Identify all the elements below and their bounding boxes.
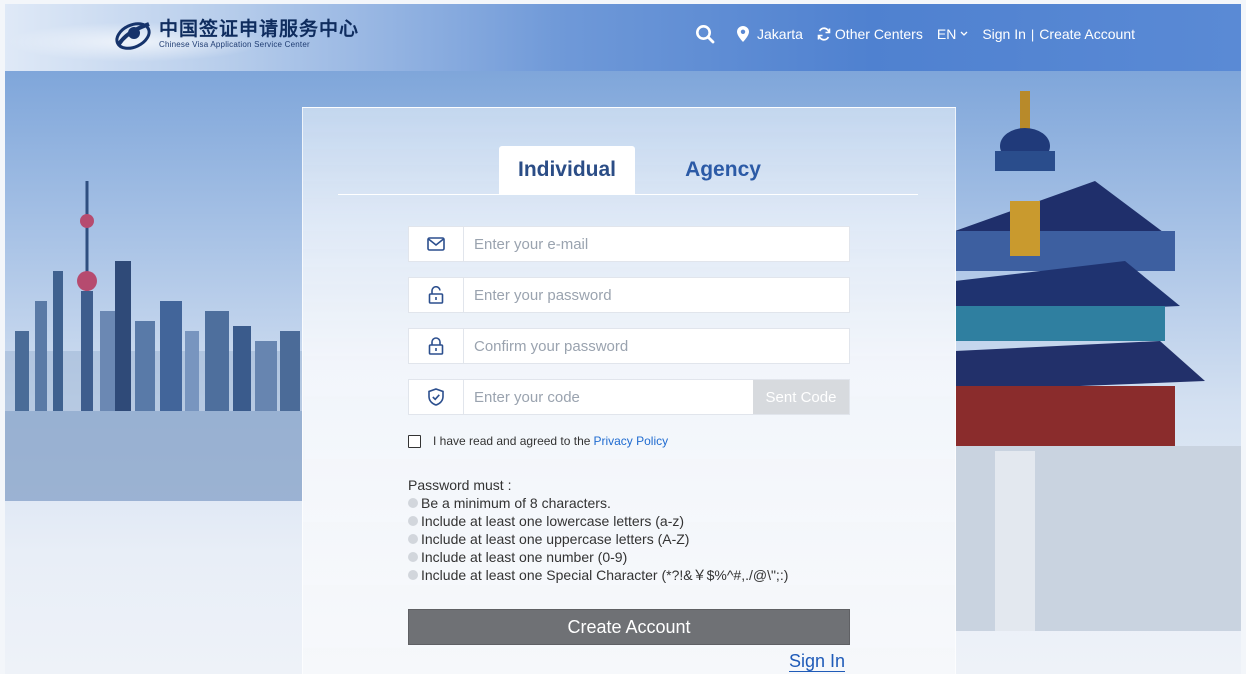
code-input[interactable] (464, 380, 753, 414)
privacy-agreement: I have read and agreed to the Privacy Po… (408, 434, 668, 448)
other-centers-label: Other Centers (834, 26, 923, 42)
password-field-group (408, 277, 850, 313)
map-pin-icon (737, 26, 749, 42)
logo-english-text: Chinese Visa Application Service Center (159, 40, 310, 49)
password-rule: Be a minimum of 8 characters. (408, 494, 788, 512)
sign-in-link[interactable]: Sign In (982, 26, 1026, 42)
rule-text: Be a minimum of 8 characters. (421, 495, 611, 511)
tab-individual[interactable]: Individual (499, 146, 635, 194)
language-selector[interactable]: EN (937, 26, 968, 42)
shield-check-icon (409, 380, 464, 414)
register-form-card: Individual Agency Sent C (302, 107, 956, 674)
chevron-down-icon (960, 31, 968, 37)
rule-status-dot-icon (408, 516, 418, 526)
city-label: Jakarta (757, 26, 803, 42)
mail-icon (409, 227, 464, 261)
rule-text: Include at least one Special Character (… (421, 567, 789, 583)
sign-in-bottom-link[interactable]: Sign In (789, 651, 846, 672)
site-logo[interactable]: 中国签证申请服务中心 Chinese Visa Application Serv… (113, 14, 359, 54)
password-rule: Include at least one number (0-9) (408, 548, 788, 566)
refresh-icon (817, 27, 831, 41)
rule-status-dot-icon (408, 498, 418, 508)
page: 中国签证申请服务中心 Chinese Visa Application Serv… (5, 4, 1241, 674)
confirm-password-input[interactable] (464, 329, 849, 363)
lock-icon (409, 329, 464, 363)
password-rule: Include at least one Special Character (… (408, 566, 788, 584)
code-field-group: Sent Code (408, 379, 850, 415)
rule-text: Include at least one lowercase letters (… (421, 513, 685, 529)
password-rules-title: Password must : (408, 477, 512, 493)
logo-icon (113, 14, 153, 54)
password-rules: Password must : Be a minimum of 8 charac… (408, 476, 788, 584)
agree-checkbox[interactable] (408, 434, 421, 448)
sent-code-button[interactable]: Sent Code (753, 380, 849, 414)
language-label: EN (936, 26, 957, 42)
agree-text: I have read and agreed to the (433, 434, 591, 448)
other-centers-link[interactable]: Other Centers (817, 26, 923, 42)
shanghai-skyline-image (5, 181, 305, 501)
rule-status-dot-icon (408, 570, 418, 580)
email-field-group (408, 226, 850, 262)
password-rule: Include at least one uppercase letters (… (408, 530, 788, 548)
logo-chinese-text: 中国签证申请服务中心 (159, 18, 360, 40)
header-nav: Jakarta Other Centers EN Sign In | Creat… (695, 24, 1135, 44)
nav-separator: | (1030, 26, 1035, 42)
password-input[interactable] (464, 278, 849, 312)
rule-status-dot-icon (408, 552, 418, 562)
unlock-icon (409, 278, 464, 312)
privacy-policy-link[interactable]: Privacy Policy (593, 434, 668, 448)
tab-agency[interactable]: Agency (668, 146, 778, 194)
rule-text: Include at least one number (0-9) (421, 549, 628, 565)
temple-of-heaven-image (955, 91, 1241, 631)
password-rule: Include at least one lowercase letters (… (408, 512, 788, 530)
email-input[interactable] (464, 227, 849, 261)
location-selector[interactable]: Jakarta (737, 26, 803, 42)
search-icon[interactable] (695, 24, 715, 44)
rule-status-dot-icon (408, 534, 418, 544)
create-account-button[interactable]: Create Account (408, 609, 850, 645)
rule-text: Include at least one uppercase letters (… (421, 531, 690, 547)
top-header: 中国签证申请服务中心 Chinese Visa Application Serv… (5, 4, 1241, 71)
account-type-tabs: Individual Agency (338, 144, 918, 195)
confirm-password-field-group (408, 328, 850, 364)
create-account-link[interactable]: Create Account (1039, 26, 1135, 42)
